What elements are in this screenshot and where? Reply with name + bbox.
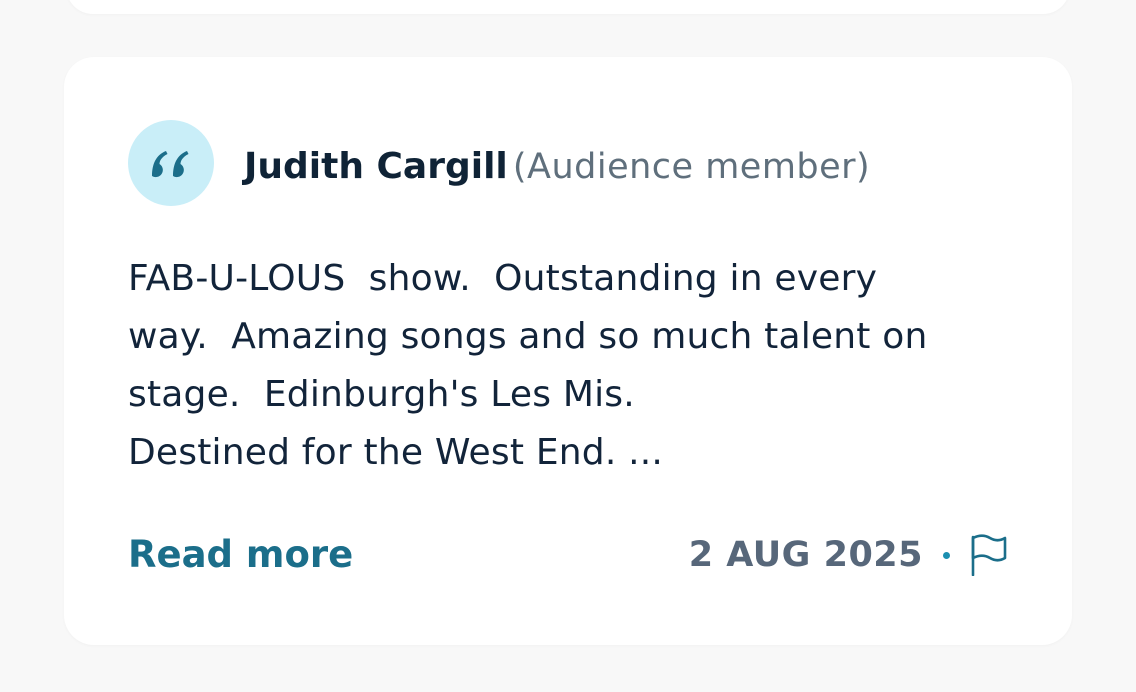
quote-icon bbox=[152, 151, 189, 178]
review-meta: 2 AUG 2025 bbox=[689, 531, 1008, 579]
review-date: 2 AUG 2025 bbox=[688, 535, 923, 575]
previous-review-card bbox=[66, 0, 1070, 14]
flag-icon[interactable] bbox=[970, 534, 1008, 577]
quote-badge bbox=[128, 120, 214, 206]
review-text: FAB-U-LOUS show. Outstanding in every wa… bbox=[128, 258, 928, 473]
separator-dot bbox=[943, 551, 950, 559]
author-role: (Audience member) bbox=[512, 147, 871, 187]
review-author-line: Judith Cargill (Audience member) bbox=[244, 142, 870, 198]
read-more-link[interactable]: Read more bbox=[128, 531, 353, 579]
review-card: Judith Cargill (Audience member) FAB-U-L… bbox=[64, 57, 1072, 645]
author-name: Judith Cargill bbox=[244, 146, 508, 187]
